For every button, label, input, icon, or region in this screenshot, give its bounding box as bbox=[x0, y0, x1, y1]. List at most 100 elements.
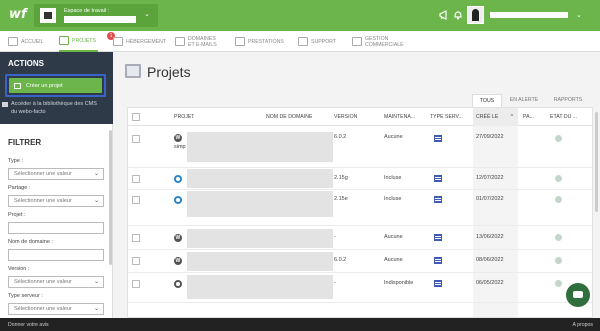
wordpress-icon bbox=[174, 134, 182, 142]
created-cell: 08/06/2022 bbox=[476, 257, 504, 263]
actions-panel: ACTIONS Créer un projet Accéder à la bib… bbox=[0, 52, 113, 124]
table-row[interactable]: simp 6.0.2 Aucune 27/09/2022 bbox=[128, 126, 592, 168]
bell-icon[interactable] bbox=[452, 9, 464, 21]
nav-hosting-label: HÉBERGEMENT bbox=[126, 38, 167, 45]
projects-icon bbox=[125, 64, 141, 78]
nav-hosting[interactable]: HÉBERGEMENT bbox=[113, 31, 166, 52]
nav-projects-label: PROJETS bbox=[72, 37, 96, 44]
wordpress-icon bbox=[174, 257, 182, 265]
filter-version-label: Version : bbox=[8, 266, 30, 272]
version-cell: 2.15e bbox=[334, 196, 348, 202]
tab-reports[interactable]: RAPPORTS bbox=[546, 94, 590, 107]
col-domain[interactable]: NOM DE DOMAINE bbox=[266, 108, 312, 126]
redacted-project-info bbox=[187, 169, 333, 188]
domains-icon bbox=[175, 37, 185, 46]
actions-title: ACTIONS bbox=[8, 59, 44, 68]
nav-home[interactable]: ACCUEIL bbox=[8, 31, 44, 52]
prestashop-icon bbox=[174, 175, 182, 183]
nav-commercial[interactable]: GESTION COMMERCIALE bbox=[352, 31, 404, 52]
about-link[interactable]: A propos bbox=[573, 322, 593, 328]
megaphone-icon[interactable] bbox=[438, 9, 450, 21]
tab-all[interactable]: TOUS bbox=[472, 94, 502, 107]
status-ok-icon bbox=[555, 196, 562, 203]
tab-alerts[interactable]: EN ALERTE bbox=[504, 94, 544, 107]
redacted-project-info bbox=[187, 132, 333, 162]
row-checkbox[interactable] bbox=[132, 196, 140, 204]
workspace-selector[interactable]: Espace de travail : ⌄ bbox=[34, 4, 158, 27]
server-type-icon bbox=[434, 196, 442, 203]
status-ok-icon bbox=[555, 280, 562, 287]
table-row[interactable]: 2.15e Incluse 01/07/2022 bbox=[128, 190, 592, 226]
table-row[interactable]: 6.0.2 Aucune 08/06/2022 bbox=[128, 250, 592, 273]
page-title: Projets bbox=[147, 64, 191, 80]
row-checkbox[interactable] bbox=[132, 280, 140, 288]
chat-button[interactable] bbox=[566, 283, 590, 307]
filter-share-select[interactable]: Sélectionner une valeur ⌄ bbox=[8, 195, 104, 207]
create-project-button[interactable]: Créer un projet bbox=[9, 78, 102, 93]
row-checkbox[interactable] bbox=[132, 234, 140, 242]
created-cell: 06/05/2022 bbox=[476, 280, 504, 286]
chevron-down-icon: ⌄ bbox=[93, 279, 99, 285]
user-name-redacted[interactable] bbox=[490, 12, 568, 18]
chevron-down-icon[interactable]: ⌄ bbox=[576, 11, 582, 19]
filter-domain-input[interactable] bbox=[8, 249, 104, 261]
col-partage[interactable]: PA... bbox=[523, 108, 543, 126]
project-name[interactable]: simp bbox=[174, 144, 186, 150]
sort-asc-icon: ^ bbox=[510, 114, 513, 120]
status-ok-icon bbox=[555, 257, 562, 264]
projects-icon bbox=[59, 36, 69, 45]
row-checkbox[interactable] bbox=[132, 135, 140, 143]
main-nav: ACCUEIL PROJETS 1 HÉBERGEMENT DOMAINES ET… bbox=[0, 31, 600, 52]
create-project-highlight: Créer un projet bbox=[5, 74, 106, 97]
feedback-link[interactable]: Donner votre avis bbox=[8, 322, 49, 328]
top-bar: wf Espace de travail : ⌄ ⌄ bbox=[0, 0, 600, 31]
user-avatar[interactable] bbox=[467, 6, 484, 24]
projects-table: PROJET NOM DE DOMAINE VERSION MAINTENA..… bbox=[127, 107, 593, 318]
table-row[interactable]: 2.15g Incluse 12/07/2022 bbox=[128, 168, 592, 190]
cms-library-link[interactable]: Accéder à la bibliothèque des CMS du web… bbox=[2, 100, 101, 116]
col-created[interactable]: CRÉÉ LE ^ bbox=[473, 108, 518, 126]
webo-facto-logo[interactable]: wf bbox=[9, 7, 27, 23]
table-scrollbar[interactable] bbox=[595, 112, 598, 212]
create-project-label: Créer un projet bbox=[26, 82, 63, 89]
version-cell: 6.0.2 bbox=[334, 257, 347, 263]
nav-services-label: PRESTATIONS bbox=[248, 38, 284, 45]
server-type-icon bbox=[434, 135, 442, 142]
table-row[interactable]: - Indisponible 06/05/2022 bbox=[128, 273, 592, 303]
filter-version-select[interactable]: Sélectionner une valeur ⌄ bbox=[8, 276, 104, 288]
redacted-project-info bbox=[187, 229, 333, 248]
nav-services[interactable]: PRESTATIONS bbox=[235, 31, 284, 52]
nav-support[interactable]: SUPPORT bbox=[298, 31, 336, 52]
redacted-project-info bbox=[187, 191, 333, 217]
sidebar-scrollbar[interactable] bbox=[109, 130, 112, 265]
filter-type-value: Sélectionner une valeur bbox=[14, 171, 72, 177]
filter-type-select[interactable]: Sélectionner une valeur ⌄ bbox=[8, 168, 104, 180]
created-cell: 27/09/2022 bbox=[476, 134, 504, 140]
select-all-checkbox[interactable] bbox=[132, 113, 140, 121]
nav-domains-label-line2: ET E-MAILS bbox=[188, 41, 217, 48]
col-version[interactable]: VERSION bbox=[334, 108, 357, 126]
chevron-down-icon: ⌄ bbox=[144, 11, 150, 18]
nav-domains[interactable]: DOMAINES ET E-MAILS bbox=[175, 31, 217, 52]
filter-domain-label: Nom de domaine : bbox=[8, 239, 53, 245]
library-icon bbox=[2, 102, 8, 107]
server-type-icon bbox=[434, 280, 442, 287]
row-checkbox[interactable] bbox=[132, 257, 140, 265]
col-status[interactable]: ETAT DU ... bbox=[550, 108, 590, 126]
row-checkbox[interactable] bbox=[132, 175, 140, 183]
col-maintenance[interactable]: MAINTENA... bbox=[384, 108, 428, 126]
filter-project-input[interactable] bbox=[8, 222, 104, 234]
status-ok-icon bbox=[555, 175, 562, 182]
filter-server-type-select[interactable]: Sélectionner une valeur ⌄ bbox=[8, 303, 104, 315]
col-project[interactable]: PROJET bbox=[174, 108, 194, 126]
redacted-project-info bbox=[187, 275, 333, 299]
nav-projects[interactable]: PROJETS bbox=[59, 31, 98, 52]
version-cell: 6.0.2 bbox=[334, 134, 347, 140]
table-row[interactable]: - Aucune 13/06/2022 bbox=[128, 226, 592, 250]
col-server-type[interactable]: TYPE SERV... bbox=[430, 108, 472, 126]
filter-share-value: Sélectionner une valeur bbox=[14, 198, 72, 204]
workspace-label: Espace de travail : bbox=[64, 8, 110, 14]
nav-support-label: SUPPORT bbox=[311, 38, 336, 45]
filter-title: FILTRER bbox=[8, 138, 42, 147]
created-cell: 01/07/2022 bbox=[476, 196, 504, 202]
